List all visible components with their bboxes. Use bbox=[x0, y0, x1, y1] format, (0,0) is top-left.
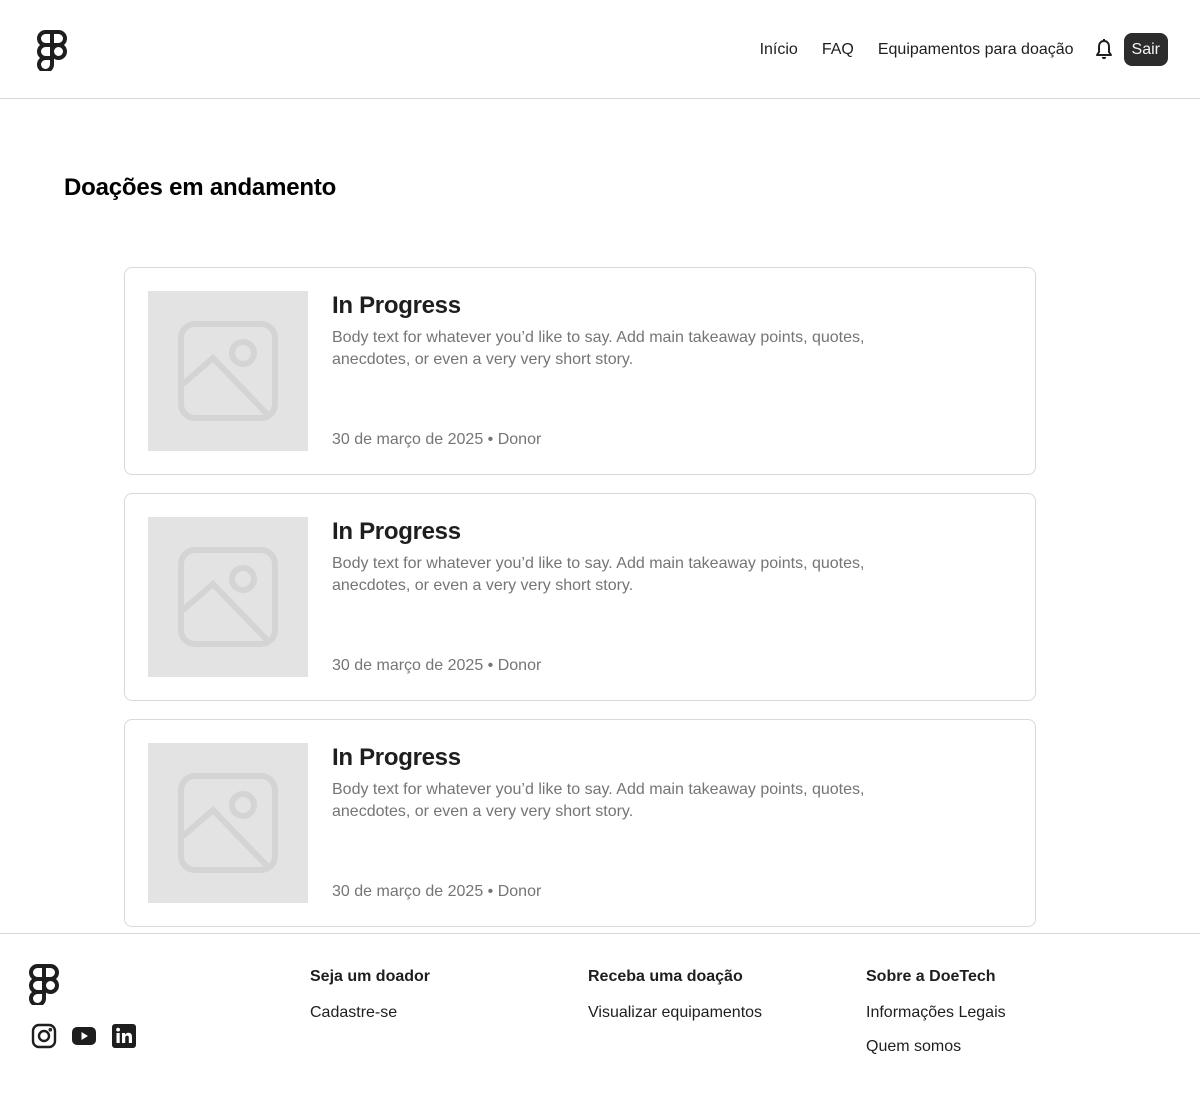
image-placeholder-icon bbox=[148, 743, 308, 903]
linkedin-icon[interactable] bbox=[110, 1022, 138, 1050]
card-meta: 30 de março de 2025 • Donor bbox=[332, 431, 542, 448]
card-meta: 30 de março de 2025 • Donor bbox=[332, 657, 542, 674]
card-meta: 30 de março de 2025 • Donor bbox=[332, 883, 542, 900]
footer-link-informacoes-legais[interactable]: Informações Legais bbox=[866, 1002, 1006, 1024]
footer-column-title: Receba uma doação bbox=[588, 968, 743, 985]
signout-button[interactable]: Sair bbox=[1123, 33, 1168, 66]
card-body-text: Body text for whatever you’d like to say… bbox=[332, 781, 865, 820]
footer-column-sobre: Sobre a DoeTech Informações Legais Quem … bbox=[866, 966, 1006, 1058]
footer-column-title: Seja um doador bbox=[310, 968, 431, 985]
footer-column-doador: Seja um doador Cadastre-se bbox=[310, 966, 430, 1024]
image-placeholder-icon bbox=[148, 291, 308, 451]
nav-link-faq[interactable]: FAQ bbox=[822, 33, 854, 66]
donation-card[interactable]: In Progress Body text for whatever you’d… bbox=[124, 267, 1036, 475]
donation-card[interactable]: In Progress Body text for whatever you’d… bbox=[124, 493, 1036, 701]
card-title: In Progress bbox=[332, 744, 461, 771]
footer-link-quem-somos[interactable]: Quem somos bbox=[866, 1036, 1006, 1058]
footer-link-visualizar-equipamentos[interactable]: Visualizar equipamentos bbox=[588, 1002, 762, 1024]
card-body-text: Body text for whatever you’d like to say… bbox=[332, 329, 865, 368]
footer-link-cadastre-se[interactable]: Cadastre-se bbox=[310, 1002, 430, 1024]
figma-logo-icon[interactable] bbox=[28, 963, 60, 1007]
image-placeholder-icon bbox=[148, 517, 308, 677]
instagram-icon[interactable] bbox=[30, 1022, 58, 1050]
header: Início FAQ Equipamentos para doação Sair bbox=[0, 0, 1200, 99]
card-title: In Progress bbox=[332, 518, 461, 545]
social-links bbox=[30, 1022, 150, 1050]
donation-list: In Progress Body text for whatever you’d… bbox=[124, 267, 1036, 945]
card-body-text: Body text for whatever you’d like to say… bbox=[332, 555, 865, 594]
footer-column-receba: Receba uma doação Visualizar equipamento… bbox=[588, 966, 762, 1024]
nav-link-inicio[interactable]: Início bbox=[760, 33, 798, 66]
footer-column-title: Sobre a DoeTech bbox=[866, 968, 996, 985]
card-title: In Progress bbox=[332, 292, 461, 319]
figma-logo-icon[interactable] bbox=[36, 29, 68, 73]
nav-link-equipamentos[interactable]: Equipamentos para doação bbox=[878, 33, 1074, 66]
page-title: Doações em andamento bbox=[64, 174, 337, 201]
footer: Seja um doador Cadastre-se Receba uma do… bbox=[0, 933, 1200, 1105]
donation-card[interactable]: In Progress Body text for whatever you’d… bbox=[124, 719, 1036, 927]
main-nav: Início FAQ Equipamentos para doação Sair bbox=[760, 33, 1168, 66]
youtube-icon[interactable] bbox=[70, 1022, 98, 1050]
bell-icon[interactable] bbox=[1094, 38, 1114, 62]
